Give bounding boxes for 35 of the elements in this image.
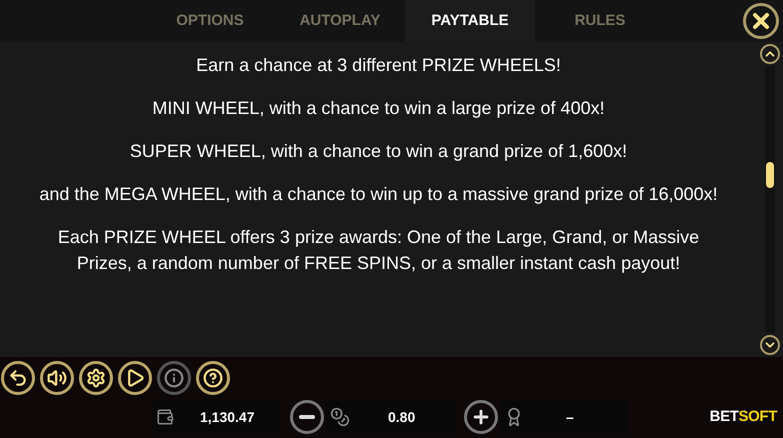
tab[interactable]: PAYTABLE bbox=[405, 0, 535, 42]
balance-value: 1,130.47 bbox=[200, 408, 254, 426]
logo: BETSOFT bbox=[710, 406, 777, 427]
increase-bet-button[interactable] bbox=[464, 400, 498, 434]
info-icon bbox=[164, 368, 184, 388]
tab[interactable]: AUTOPLAY bbox=[275, 0, 405, 42]
back-button[interactable] bbox=[1, 361, 35, 395]
minus-icon bbox=[299, 415, 315, 419]
paytable-text: SUPER WHEEL, with a chance to win a grand prize of 1,600x! bbox=[130, 140, 628, 163]
scrollbar-thumb[interactable] bbox=[766, 162, 774, 188]
settings-button[interactable] bbox=[79, 361, 113, 395]
play-icon bbox=[125, 368, 145, 388]
scroll-down-button[interactable] bbox=[760, 335, 780, 355]
help-button[interactable] bbox=[196, 361, 230, 395]
sound-button[interactable] bbox=[40, 361, 74, 395]
close-button[interactable] bbox=[743, 3, 779, 39]
paytable-text: Each PRIZE WHEEL offers 3 prize awards: One of the Large, Grand, or Massive Prizes, a random number of FREE SPINS, or a smaller instant cash payout! bbox=[56, 226, 700, 275]
coins-icon bbox=[330, 407, 350, 427]
paytable-text: Earn a chance at 3 different PRIZE WHEELS! bbox=[196, 54, 561, 77]
autoplay-button[interactable] bbox=[118, 361, 152, 395]
tab[interactable]: OPTIONS bbox=[145, 0, 275, 42]
speaker-icon bbox=[47, 368, 67, 388]
scroll-up-button[interactable] bbox=[760, 44, 780, 64]
paytable-text: and the MEGA WHEEL, with a chance to win up to a massive grand prize of 16,000x! bbox=[39, 183, 718, 206]
settings-icon bbox=[86, 368, 106, 388]
decrease-bet-button[interactable] bbox=[290, 400, 324, 434]
scrollbar-track[interactable] bbox=[765, 66, 775, 333]
bet-value: 0.80 bbox=[388, 408, 416, 426]
help-icon bbox=[203, 368, 223, 388]
paytable-text: MINI WHEEL, with a chance to win a large prize of 400x! bbox=[152, 97, 605, 120]
tab[interactable]: RULES bbox=[535, 0, 665, 42]
back-arrow-icon bbox=[8, 368, 28, 388]
wallet-icon bbox=[156, 408, 174, 426]
plus-icon bbox=[471, 407, 491, 427]
win-value: – bbox=[566, 408, 574, 426]
